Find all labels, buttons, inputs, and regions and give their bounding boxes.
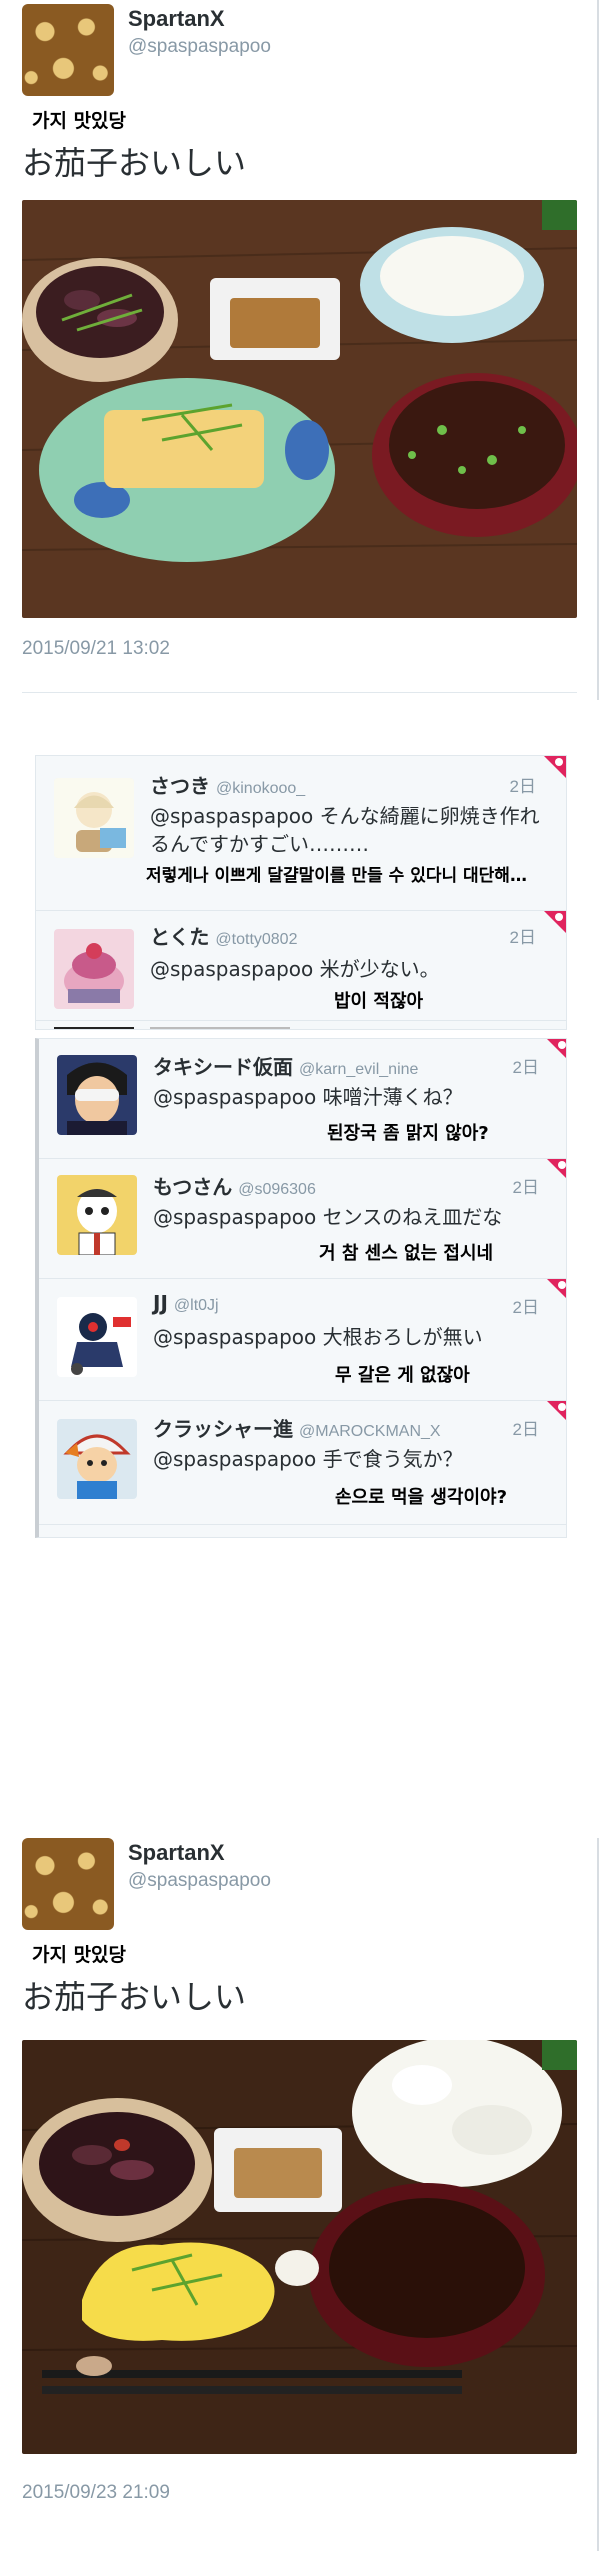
reply-name[interactable]: とくた <box>150 925 209 949</box>
tweet-text: お茄子おいしい <box>22 1978 247 2016</box>
reply-author[interactable]: クラッシャー進 @MAROCKMAN_X <box>153 1413 441 1442</box>
tweet-date[interactable]: 2015/09/23 21:09 <box>22 2482 170 2504</box>
reply-item[interactable]: クラッシャー進 @MAROCKMAN_X 2日 @spaspaspapoo 手で食… <box>39 1401 566 1525</box>
reply-name[interactable]: クラッシャー進 <box>153 1417 293 1441</box>
reply-handle[interactable]: @kinokooo_ <box>216 780 305 797</box>
reply-text: @spaspaspapoo そんな綺麗に卵焼き作れるんですかすごい……… <box>150 804 540 856</box>
reply-text: @spaspaspapoo センスのねえ皿だな <box>153 1205 503 1229</box>
reply-avatar[interactable] <box>57 1055 137 1135</box>
reply-text: @spaspaspapoo 手で食う気か？ <box>153 1447 463 1471</box>
heart-tab-icon <box>547 1039 566 1061</box>
user-handle[interactable]: @spaspaspapoo <box>128 1870 271 1892</box>
korean-translation: 거 참 센스 없는 접시네 <box>319 1243 494 1264</box>
reply-handle[interactable]: @s096306 <box>238 1181 316 1198</box>
reply-avatar[interactable] <box>54 929 134 1009</box>
food-photo-scrambled-egg <box>22 2040 577 2454</box>
reply-name[interactable]: JJ <box>153 1291 168 1315</box>
tweet-text: お茄子おいしい <box>22 144 247 182</box>
reply-time[interactable]: 2日 <box>510 772 536 797</box>
reply-name[interactable]: もつさん <box>153 1175 232 1199</box>
heart-tab-icon <box>547 1159 566 1181</box>
tweet-photo[interactable] <box>22 200 577 618</box>
character-avatar-icon <box>54 778 134 858</box>
robot-avatar-icon <box>57 1297 137 1377</box>
heart-tab-icon <box>547 1279 566 1301</box>
reply-item[interactable]: タキシード仮面 @karn_evil_nine 2日 @spaspaspapoo … <box>39 1039 566 1159</box>
user-handle[interactable]: @spaspaspapoo <box>128 36 271 58</box>
reply-time[interactable]: 2日 <box>510 923 536 948</box>
tweet-1: SpartanX @spaspaspapoo 가지 맛있당 お茄子おいしい 20… <box>0 4 599 704</box>
masked-man-avatar-icon <box>57 1055 137 1135</box>
user-name[interactable]: SpartanX <box>128 6 225 32</box>
reply-author[interactable]: とくた @totty0802 <box>150 921 297 950</box>
reply-handle[interactable]: @karn_evil_nine <box>299 1061 418 1078</box>
reply-panel-bottom: タキシード仮面 @karn_evil_nine 2日 @spaspaspapoo … <box>35 1038 567 1538</box>
replies-screenshot: さつき @kinokooo_ 2日 @spaspaspapoo そんな綺麗に卵焼き… <box>35 755 567 1550</box>
reply-text: @spaspaspapoo 味噌汁薄くね？ <box>153 1085 463 1109</box>
korean-translation: 된장국 좀 맑지 않아? <box>327 1123 489 1144</box>
reply-handle[interactable]: @lt0Jj <box>174 1297 219 1314</box>
reply-handle[interactable]: @totty0802 <box>215 931 297 948</box>
reply-item[interactable]: さつき @kinokooo_ 2日 @spaspaspapoo そんな綺麗に卵焼き… <box>36 756 566 911</box>
korean-translation: 저렇게나 이쁘게 달걀말이를 만들 수 있다니 대단해… <box>146 866 527 886</box>
food-photo-omelette <box>22 200 577 618</box>
avatar[interactable] <box>22 1838 114 1930</box>
reply-author[interactable]: タキシード仮面 @karn_evil_nine <box>153 1051 418 1080</box>
reply-name[interactable]: タキシード仮面 <box>153 1055 293 1079</box>
heart-tab-icon <box>544 756 566 778</box>
korean-caption: 가지 맛있당 <box>32 110 127 132</box>
reply-item[interactable]: とくた @totty0802 2日 @spaspaspapoo 米が少ない。 밥이… <box>36 911 566 1021</box>
korean-translation: 손으로 먹을 생각이야? <box>335 1487 508 1508</box>
user-name[interactable]: SpartanX <box>128 1840 225 1866</box>
reply-author[interactable]: さつき @kinokooo_ <box>150 770 305 799</box>
korean-translation: 밥이 적잖아 <box>334 991 424 1012</box>
heart-tab-icon <box>547 1401 566 1423</box>
avatar[interactable] <box>22 4 114 96</box>
reply-time[interactable]: 2日 <box>513 1173 539 1198</box>
reply-time[interactable]: 2日 <box>513 1053 539 1078</box>
reply-item[interactable]: もつさん @s096306 2日 @spaspaspapoo センスのねえ皿だな … <box>39 1159 566 1279</box>
reply-avatar[interactable] <box>54 778 134 858</box>
tweet-photo[interactable] <box>22 2040 577 2454</box>
reply-panel-top: さつき @kinokooo_ 2日 @spaspaspapoo そんな綺麗に卵焼き… <box>35 755 567 1030</box>
heart-tab-icon <box>544 911 566 933</box>
reply-avatar[interactable] <box>57 1297 137 1377</box>
reply-author[interactable]: もつさん @s096306 <box>153 1171 316 1200</box>
tweet-date[interactable]: 2015/09/21 13:02 <box>22 638 170 660</box>
reply-author[interactable]: JJ @lt0Jj <box>153 1291 219 1315</box>
reply-name[interactable]: さつき <box>150 774 210 798</box>
tweet-2: SpartanX @spaspaspapoo 가지 맛있당 お茄子おいしい 20… <box>0 1838 599 2551</box>
reply-text: @spaspaspapoo 米が少ない。 <box>150 957 440 981</box>
reply-text: @spaspaspapoo 大根おろしが無い <box>153 1325 483 1349</box>
korean-caption: 가지 맛있당 <box>32 1944 127 1966</box>
cake-avatar-icon <box>54 929 134 1009</box>
reply-item[interactable]: JJ @lt0Jj 2日 @spaspaspapoo 大根おろしが無い 무 갈은 … <box>39 1279 566 1401</box>
divider <box>22 692 577 693</box>
reply-avatar[interactable] <box>57 1419 137 1499</box>
reply-time[interactable]: 2日 <box>513 1293 539 1318</box>
korean-translation: 무 갈은 게 없잖아 <box>335 1365 470 1386</box>
reply-cut-off <box>36 1021 566 1029</box>
reply-handle[interactable]: @MAROCKMAN_X <box>299 1423 441 1440</box>
capped-boy-avatar-icon <box>57 1419 137 1499</box>
reply-avatar[interactable] <box>57 1175 137 1255</box>
cartoon-man-avatar-icon <box>57 1175 137 1255</box>
reply-time[interactable]: 2日 <box>513 1415 539 1440</box>
